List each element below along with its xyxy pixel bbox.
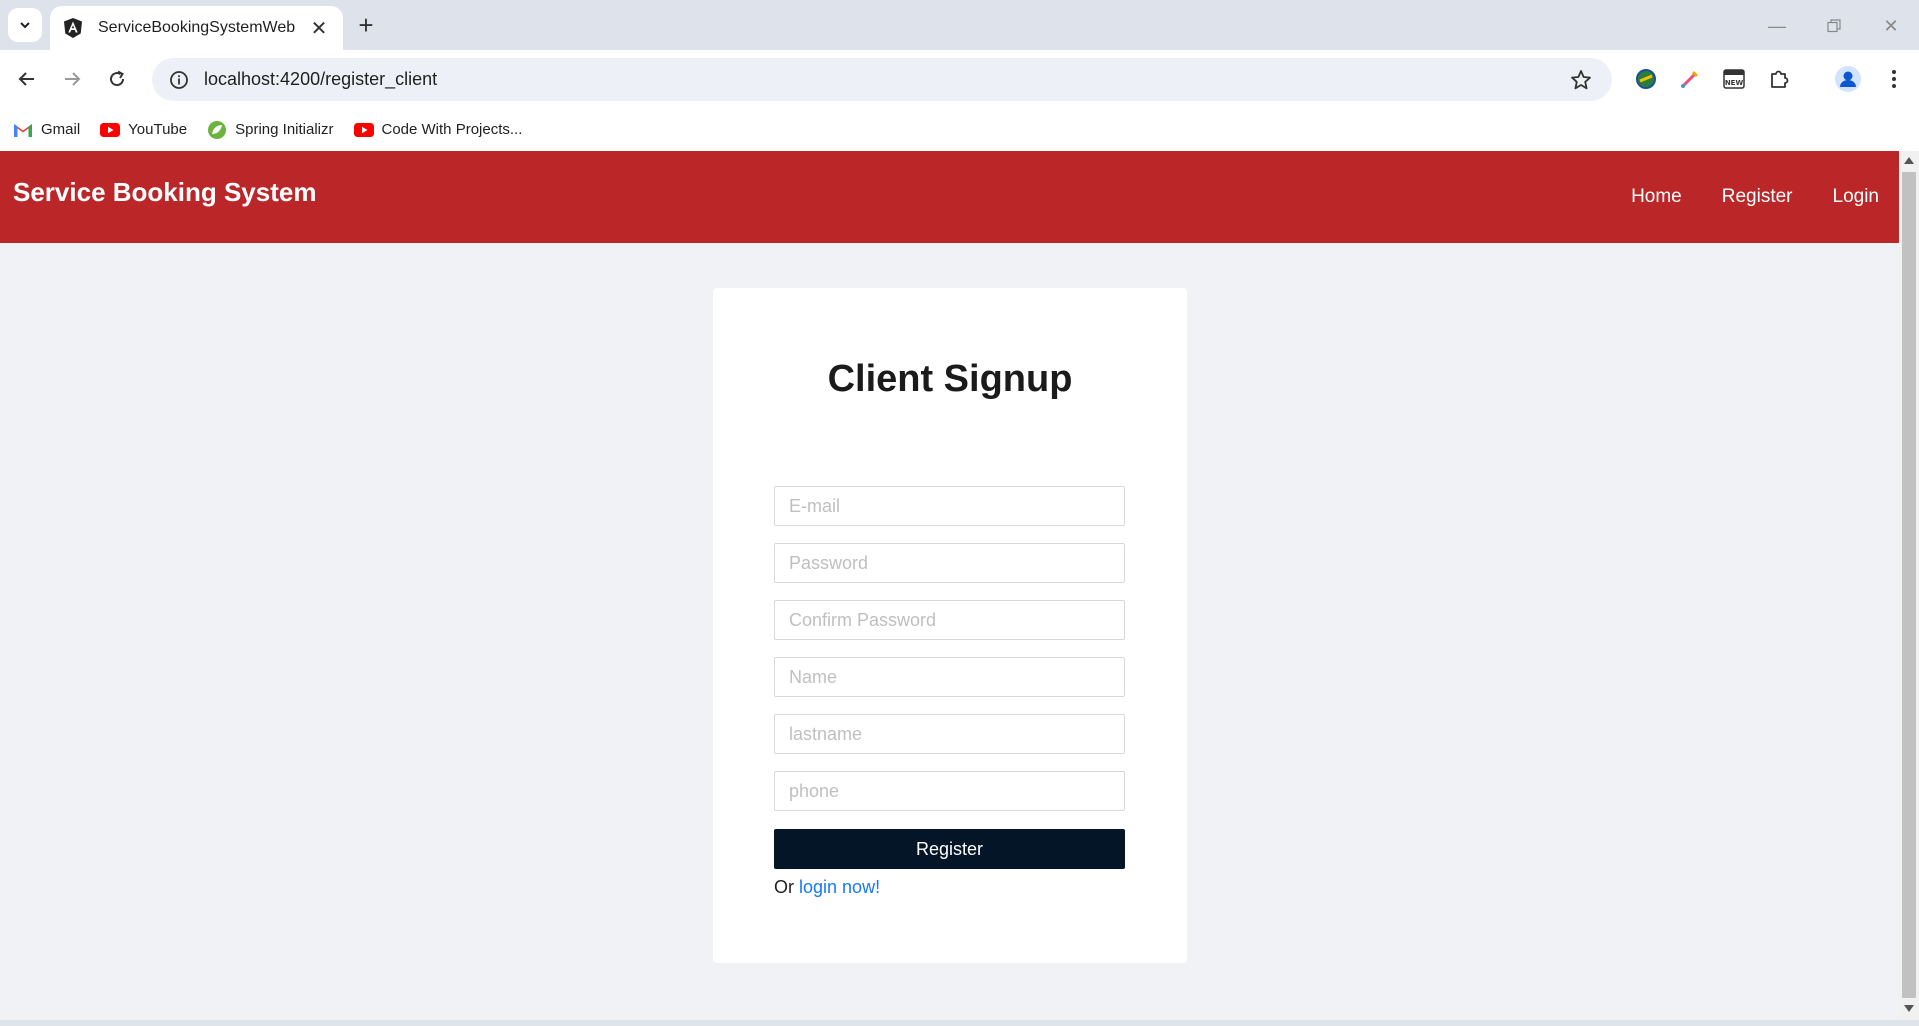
svg-text:NEW: NEW bbox=[1725, 79, 1744, 87]
browser-menu-icon[interactable] bbox=[1878, 63, 1910, 95]
name-field[interactable] bbox=[774, 657, 1125, 697]
bookmark-youtube[interactable]: YouTube bbox=[100, 120, 187, 140]
close-tab-icon[interactable]: ✕ bbox=[307, 16, 331, 40]
bookmark-gmail[interactable]: Gmail bbox=[13, 120, 80, 140]
page-scrollbar[interactable] bbox=[1899, 151, 1919, 1020]
scroll-up-icon[interactable] bbox=[1904, 157, 1914, 164]
browser-toolbar: localhost:4200/register_client NEW bbox=[0, 50, 1919, 108]
extension-color-picker-icon[interactable] bbox=[1674, 63, 1706, 95]
youtube-icon bbox=[100, 120, 121, 140]
register-button[interactable]: Register bbox=[774, 829, 1125, 869]
bookmark-label: Code With Projects... bbox=[381, 121, 523, 138]
nav-home-link[interactable]: Home bbox=[1631, 186, 1682, 208]
address-bar[interactable]: localhost:4200/register_client bbox=[152, 58, 1612, 101]
angular-icon bbox=[64, 18, 82, 38]
reload-icon bbox=[110, 70, 125, 87]
bookmark-label: Spring Initializr bbox=[235, 121, 334, 138]
lastname-field[interactable] bbox=[774, 714, 1125, 754]
bookmark-label: YouTube bbox=[128, 121, 188, 138]
scrollbar-thumb[interactable] bbox=[1902, 172, 1916, 998]
bookmarks-bar: Gmail YouTube Spring Initializr Code Wit… bbox=[0, 108, 1919, 151]
minimize-icon[interactable]: — bbox=[1763, 12, 1791, 40]
bookmark-code-with-projects[interactable]: Code With Projects... bbox=[353, 120, 523, 140]
email-field[interactable] bbox=[774, 486, 1125, 526]
scroll-down-icon[interactable] bbox=[1904, 1005, 1914, 1012]
password-field[interactable] bbox=[774, 543, 1125, 583]
page-viewport: Service Booking System Home Register Log… bbox=[0, 151, 1899, 1020]
login-prefix: Or bbox=[774, 877, 794, 897]
phone-field[interactable] bbox=[774, 771, 1125, 811]
tab-title: ServiceBookingSystemWeb bbox=[98, 19, 296, 36]
site-info-icon[interactable] bbox=[166, 67, 192, 93]
login-now-link[interactable]: login now! bbox=[799, 877, 880, 897]
confirm-password-field[interactable] bbox=[774, 600, 1125, 640]
chevron-down-icon bbox=[20, 22, 30, 29]
page-title: Client Signup bbox=[827, 358, 1073, 400]
arrow-left-icon bbox=[18, 72, 34, 86]
youtube-icon bbox=[353, 120, 374, 140]
url-text: localhost:4200/register_client bbox=[204, 69, 438, 89]
restore-icon[interactable] bbox=[1820, 12, 1848, 40]
bookmark-spring-initializr[interactable]: Spring Initializr bbox=[207, 120, 334, 140]
browser-tab[interactable]: ServiceBookingSystemWeb ✕ bbox=[50, 6, 343, 50]
signup-card: Client Signup Register Or login now! bbox=[713, 288, 1187, 963]
new-tab-button[interactable]: + bbox=[352, 10, 380, 40]
extension-globe-icon[interactable] bbox=[1630, 63, 1662, 95]
window-bottom-edge bbox=[0, 1020, 1919, 1026]
nav-login-link[interactable]: Login bbox=[1833, 186, 1880, 208]
reload-button[interactable] bbox=[100, 62, 134, 96]
nav-register-link[interactable]: Register bbox=[1722, 186, 1793, 208]
close-window-icon[interactable]: ✕ bbox=[1877, 12, 1905, 40]
login-prompt: Or login now! bbox=[774, 877, 880, 898]
bookmark-star-icon[interactable] bbox=[1566, 65, 1596, 95]
arrow-right-icon bbox=[65, 72, 81, 86]
app-navbar: Service Booking System Home Register Log… bbox=[0, 151, 1899, 243]
forward-button[interactable] bbox=[55, 62, 89, 96]
gmail-icon bbox=[13, 120, 33, 140]
profile-avatar-icon[interactable] bbox=[1832, 63, 1864, 95]
tab-search-button[interactable] bbox=[8, 8, 42, 42]
extensions-puzzle-icon[interactable] bbox=[1763, 63, 1795, 95]
spring-icon bbox=[207, 120, 227, 140]
brand-title[interactable]: Service Booking System bbox=[13, 177, 316, 208]
nav-links: Home Register Login bbox=[1591, 186, 1879, 208]
extension-new-icon[interactable]: NEW bbox=[1718, 63, 1750, 95]
tab-strip: ServiceBookingSystemWeb ✕ + — ✕ bbox=[0, 0, 1919, 50]
back-button[interactable] bbox=[10, 62, 44, 96]
bookmark-label: Gmail bbox=[41, 121, 81, 138]
